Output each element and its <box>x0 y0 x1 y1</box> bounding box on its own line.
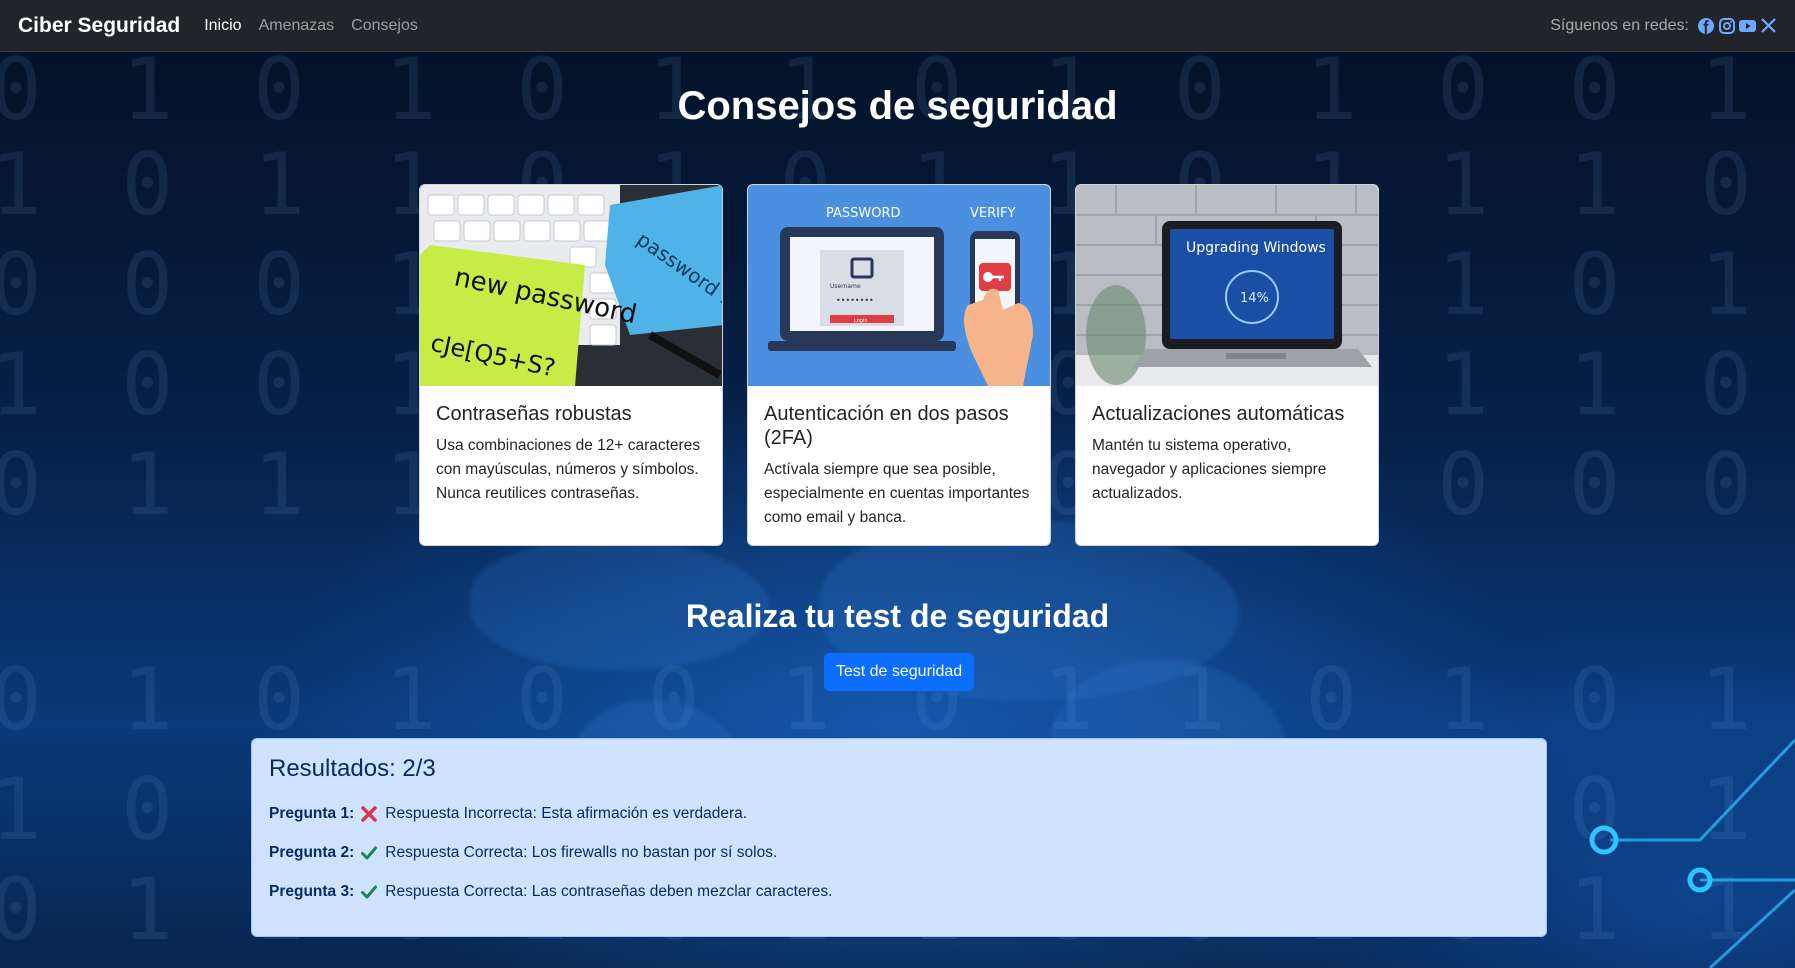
cross-mark-icon <box>360 805 378 823</box>
check-mark-icon <box>360 844 378 862</box>
image-screen-text: Upgrading Windows <box>1186 240 1326 256</box>
card-title: Contraseñas robustas <box>436 403 632 425</box>
card-text: Actívala siempre que sea posible, especi… <box>764 461 1030 527</box>
follow-text: Síguenos en redes: <box>1550 16 1689 34</box>
card-passwords: password 123 new password cJe[Q5+S? Cont… <box>419 184 723 546</box>
image-label-password: PASSWORD <box>826 206 901 221</box>
card-text: Usa combinaciones de 12+ caracteres con … <box>436 437 701 503</box>
result-text: Respuesta Incorrecta: Esta afirmación es… <box>385 805 748 822</box>
card-image-updates: Upgrading Windows 14% <box>1076 185 1378 386</box>
result-text: Respuesta Correcta: Las contraseñas debe… <box>385 883 833 900</box>
image-password-dots: •••••••• <box>836 296 874 305</box>
card-title: Autenticación en dos pasos (2FA) <box>764 403 1009 449</box>
image-label-verify: VERIFY <box>970 206 1015 221</box>
image-percent: 14% <box>1240 291 1269 306</box>
result-text: Respuesta Correcta: Los firewalls no bas… <box>385 844 778 861</box>
page-title: Consejos de seguridad <box>677 84 1118 128</box>
test-button[interactable]: Test de seguridad <box>824 653 974 691</box>
check-mark-icon <box>360 883 378 901</box>
results-title: Resultados: 2/3 <box>269 755 436 782</box>
result-row: Pregunta 2: Respuesta Correcta: Los fire… <box>269 844 1529 862</box>
card-image-passwords: password 123 new password cJe[Q5+S? <box>420 185 722 386</box>
x-icon[interactable] <box>1760 17 1777 34</box>
instagram-icon[interactable] <box>1718 17 1735 34</box>
card-image-2fa: PASSWORD VERIFY Username •••••••• Login <box>748 185 1050 386</box>
image-username: Username <box>830 283 861 290</box>
navbar: Ciber Seguridad Inicio Amenazas Consejos… <box>0 0 1795 52</box>
nav-link-inicio[interactable]: Inicio <box>204 17 241 35</box>
result-row: Pregunta 3: Respuesta Correcta: Las cont… <box>269 883 1529 901</box>
brand-logo[interactable]: Ciber Seguridad <box>18 14 180 38</box>
card-title: Actualizaciones automáticas <box>1092 403 1345 425</box>
result-row: Pregunta 1: Respuesta Incorrecta: Esta a… <box>269 805 1529 823</box>
test-section-title: Realiza tu test de seguridad <box>685 598 1110 634</box>
card-updates: Upgrading Windows 14% Actualizaciones au… <box>1075 184 1379 546</box>
image-login: Login <box>854 318 868 324</box>
card-2fa: PASSWORD VERIFY Username •••••••• Login … <box>747 184 1051 546</box>
facebook-icon[interactable] <box>1697 17 1714 34</box>
social-links: Síguenos en redes: <box>1550 17 1777 35</box>
results-panel: Resultados: 2/3 Pregunta 1: Respuesta In… <box>251 738 1547 937</box>
question-label: Pregunta 3: <box>269 883 355 900</box>
nav-link-amenazas[interactable]: Amenazas <box>259 17 335 35</box>
question-label: Pregunta 1: <box>269 805 355 822</box>
question-label: Pregunta 2: <box>269 844 355 861</box>
nav-link-consejos[interactable]: Consejos <box>351 17 418 35</box>
youtube-icon[interactable] <box>1739 17 1756 34</box>
card-text: Mantén tu sistema operativo, navegador y… <box>1092 437 1327 503</box>
